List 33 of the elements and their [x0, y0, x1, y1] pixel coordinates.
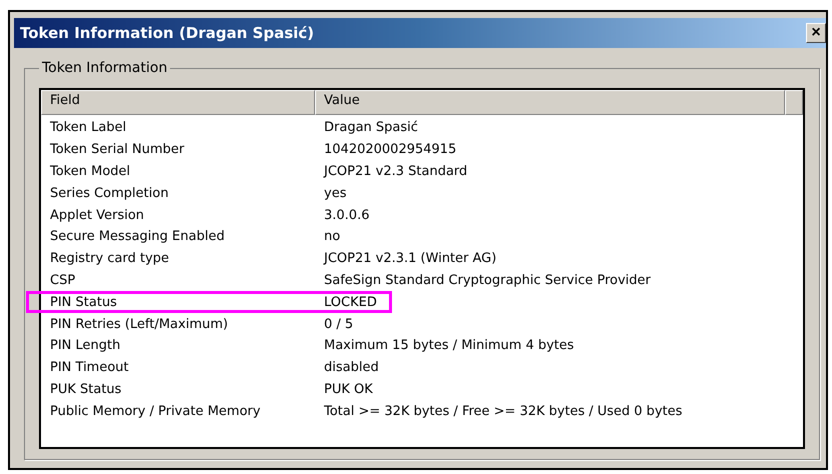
- table-cell-text: yes: [323, 186, 348, 201]
- table-cell-text: PIN Retries (Left/Maximum): [49, 316, 229, 332]
- table-cell-text: 1042020002954915: [323, 142, 458, 158]
- table-cell-text: SafeSign Standard Cryptographic Service Provider: [323, 272, 652, 288]
- table-cell-text: CSP: [49, 272, 76, 288]
- table-cell-text: Maximum 15 bytes / Minimum 4 bytes: [323, 338, 575, 354]
- table-cell-text: PIN Timeout: [49, 360, 130, 376]
- table-cell-text: Dragan Spasić: [323, 120, 419, 136]
- table-cell-text: PUK Status: [49, 382, 122, 397]
- table-cell-text: LOCKED: [323, 294, 378, 310]
- table-cell-text: Registry card type: [49, 251, 170, 266]
- table-cell-text: 3.0.0.6: [323, 208, 370, 223]
- table-cell-text: disabled: [323, 360, 380, 376]
- column-header[interactable]: Value: [315, 90, 785, 115]
- column-header[interactable]: Field: [41, 90, 315, 115]
- window-title: Token Information (Dragan Spasić): [19, 24, 314, 42]
- table-cell-text: PIN Status: [49, 294, 118, 310]
- table-cell-text: Applet Version: [49, 208, 146, 223]
- table-cell-text: Total >= 32K bytes / Free >= 32K bytes / Used 0 bytes: [323, 404, 684, 419]
- table-cell-text: Token Serial Number: [49, 142, 186, 158]
- table-cell-text: PIN Length: [49, 338, 122, 354]
- table-cell-text: JCOP21 v2.3.1 (Winter AG): [322, 251, 498, 266]
- table-cell-text: PUK OK: [323, 382, 374, 397]
- table-cell-text: Series Completion: [49, 186, 170, 201]
- group-label: Token Information: [41, 60, 168, 76]
- table-cell-text: Secure Messaging Enabled: [49, 229, 226, 244]
- close-button[interactable]: ×: [806, 23, 826, 43]
- table-cell-text: Token Model: [49, 164, 132, 179]
- table-cell-text: no: [323, 229, 342, 244]
- table-cell-text: Public Memory / Private Memory: [49, 404, 262, 419]
- table-cell-text: JCOP21 v2.3 Standard: [322, 164, 468, 179]
- table-cell-text: 0 / 5: [323, 316, 354, 332]
- table-cell-text: Token Label: [49, 120, 128, 136]
